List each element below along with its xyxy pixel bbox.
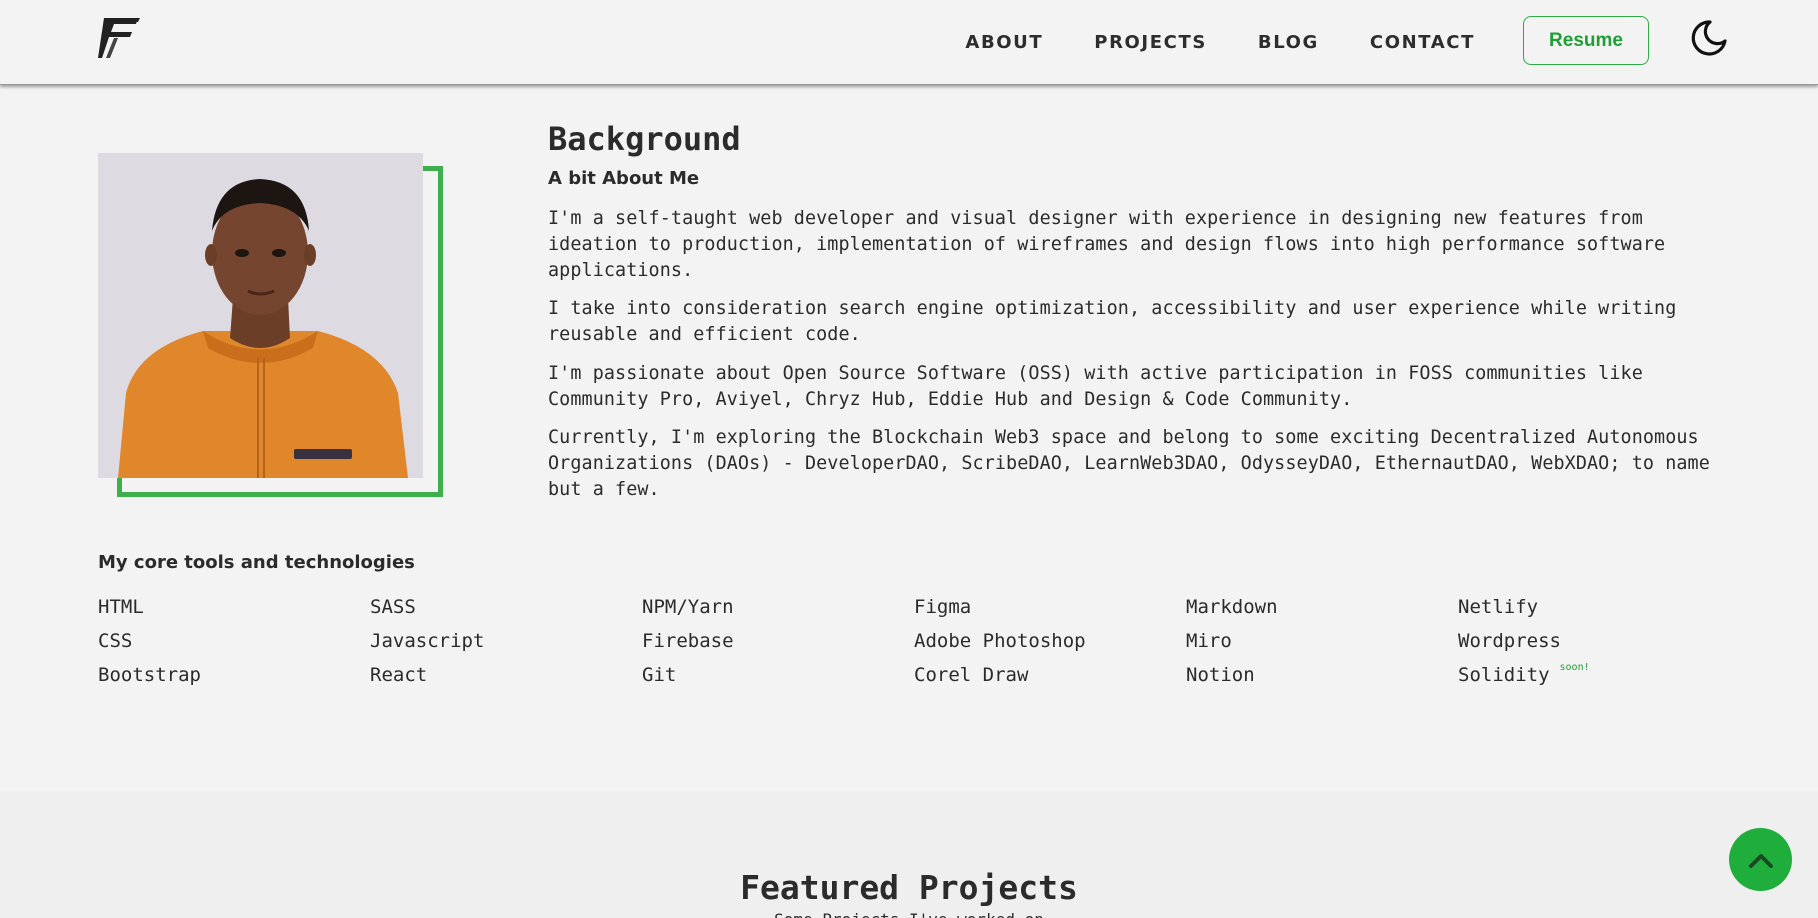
chevron-up-icon — [1748, 853, 1773, 868]
tool-item: Git — [642, 664, 677, 686]
tool-item: Adobe Photoshop — [914, 630, 1086, 652]
resume-button[interactable]: Resume — [1523, 16, 1649, 65]
profile-photo — [98, 153, 423, 478]
tool-item: Notion — [1186, 664, 1255, 686]
site-logo-icon[interactable] — [96, 14, 142, 60]
tool-item: Firebase — [642, 630, 734, 652]
tool-item: Figma — [914, 596, 972, 618]
nav-link-projects[interactable]: PROJECTS — [1094, 32, 1207, 53]
featured-subtitle: Some Projects I've worked on — [0, 910, 1818, 918]
tool-item-solidity: Solidity soon! — [1458, 661, 1590, 686]
tool-item: Wordpress — [1458, 630, 1561, 652]
about-paragraph-4: Currently, I'm exploring the Blockchain … — [548, 427, 1710, 500]
nav-link-about[interactable]: ABOUT — [965, 32, 1043, 53]
tool-item: React — [370, 664, 428, 686]
tool-item: HTML — [98, 596, 144, 618]
about-subtitle: A bit About Me — [548, 168, 700, 189]
tools-title: My core tools and technologies — [98, 552, 415, 573]
about-paragraph-3: I'm passionate about Open Source Softwar… — [548, 363, 1643, 410]
tool-item: Miro — [1186, 630, 1232, 652]
tool-item: CSS — [98, 630, 133, 652]
tool-label: Solidity — [1458, 664, 1550, 686]
about-paragraph-2: I take into consideration search engine … — [548, 298, 1677, 345]
tool-item: NPM/Yarn — [642, 596, 734, 618]
site-header: ABOUT PROJECTS BLOG CONTACT Resume — [0, 0, 1818, 85]
moon-icon[interactable] — [1690, 19, 1728, 57]
soon-badge: soon! — [1559, 661, 1590, 673]
featured-title: Featured Projects — [740, 868, 1078, 907]
about-paragraph-1: I'm a self-taught web developer and visu… — [548, 208, 1666, 281]
background-title: Background — [548, 120, 741, 158]
tool-item: Bootstrap — [98, 664, 201, 686]
tool-item: Corel Draw — [914, 664, 1029, 686]
tool-item: Javascript — [370, 630, 485, 652]
main-nav: ABOUT PROJECTS BLOG CONTACT — [914, 0, 1475, 85]
scroll-to-top-button[interactable] — [1729, 828, 1792, 891]
tool-item: Markdown — [1186, 596, 1278, 618]
nav-link-blog[interactable]: BLOG — [1258, 32, 1319, 53]
tool-item: SASS — [370, 596, 416, 618]
nav-link-contact[interactable]: CONTACT — [1370, 32, 1475, 53]
tool-item: Netlify — [1458, 596, 1539, 618]
